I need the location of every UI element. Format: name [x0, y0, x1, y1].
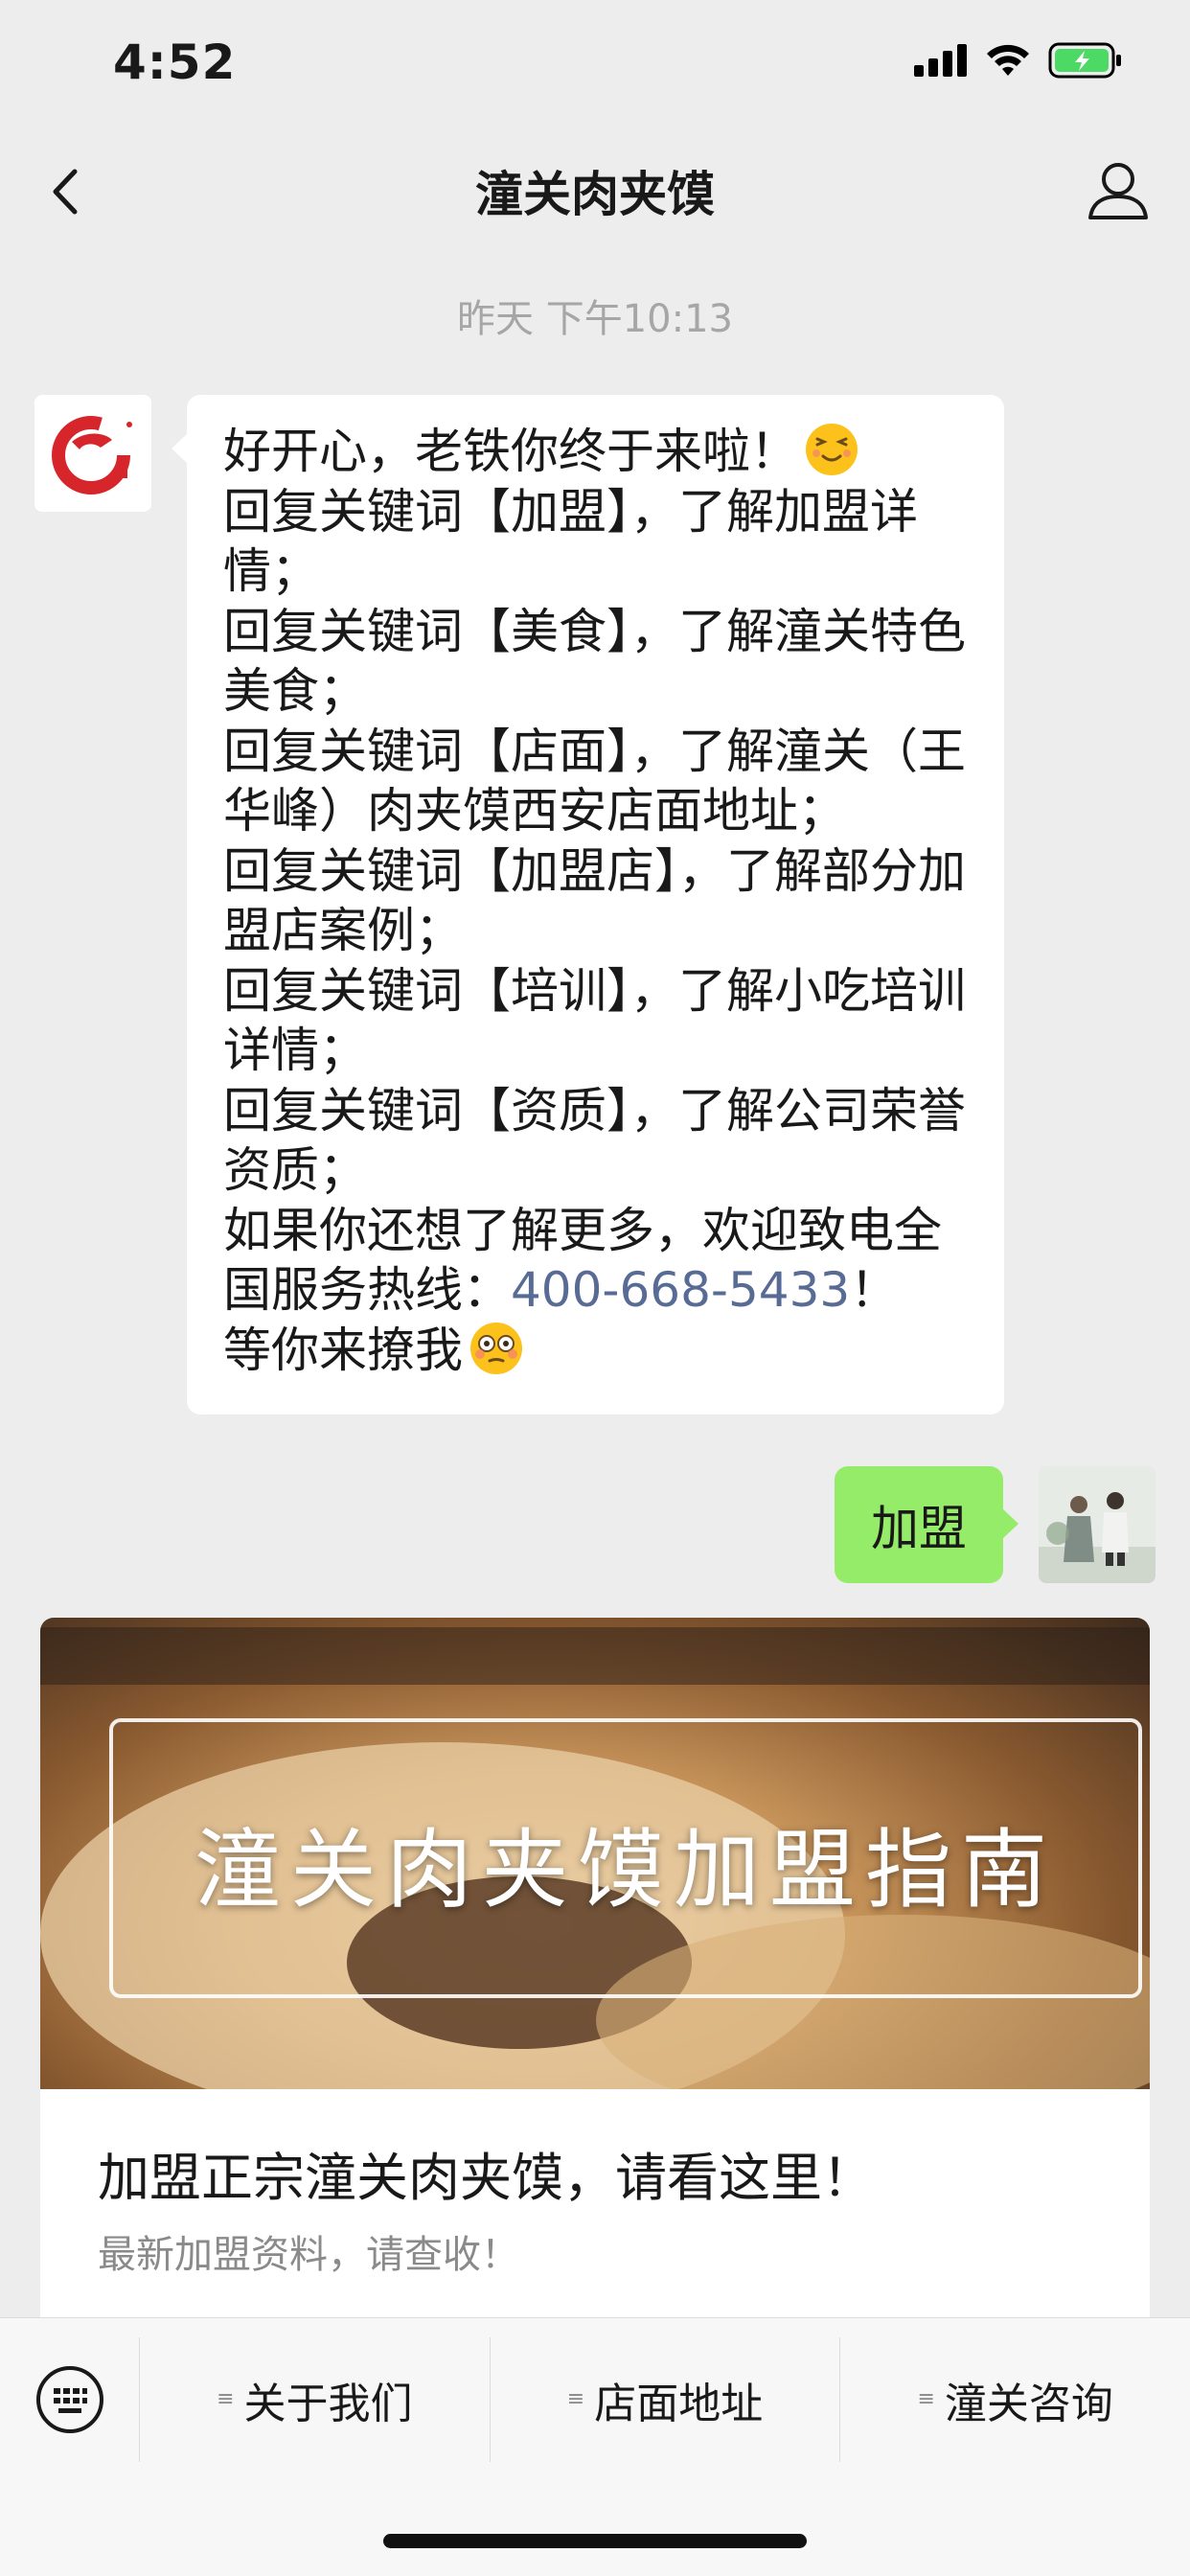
flushed-emoji-icon — [470, 1322, 522, 1374]
brand-logo-icon — [52, 416, 132, 494]
profile-button[interactable] — [1085, 156, 1152, 223]
home-indicator[interactable] — [383, 2534, 807, 2548]
greeting-text: 好开心，老铁你终于来啦！ — [223, 424, 798, 479]
submenu-icon: ≡ — [217, 2387, 235, 2411]
message-line: 回复关键词【加盟店】，了解部分加盟店案例； — [223, 842, 966, 959]
hotline-line: 如果你还想了解更多，欢迎致电全国服务热线：400-668-5433！ — [223, 1201, 968, 1321]
outgoing-message-bubble: 加盟 — [835, 1466, 1018, 1583]
cover-title: 潼关肉夹馍加盟指南 — [195, 1820, 1057, 1920]
status-bar: 4:52 — [0, 0, 1190, 129]
message-line: 回复关键词【培训】，了解小吃培训详情； — [223, 962, 966, 1079]
battery-icon — [1048, 42, 1121, 79]
message-timestamp: 昨天 下午10:13 — [457, 297, 733, 341]
menu-item-label: 店面地址 — [594, 2380, 764, 2428]
incoming-message-bubble: 好开心，老铁你终于来啦！ 回复关键词【加盟】，了解加盟详情； 回复关键词【美食】… — [172, 395, 1004, 1414]
message-line: 回复关键词【资质】，了解公司荣誉资质； — [223, 1082, 966, 1199]
submenu-icon: ≡ — [917, 2387, 935, 2411]
closing-text: 等你来撩我 — [223, 1322, 463, 1378]
keyboard-toggle-button[interactable] — [0, 2318, 139, 2481]
submenu-icon: ≡ — [566, 2387, 585, 2411]
official-account-avatar[interactable] — [34, 395, 151, 512]
nav-bar: 潼关肉夹馍 — [0, 129, 1190, 254]
person-icon — [1088, 163, 1148, 219]
message-line: 回复关键词【美食】，了解潼关特色美食； — [223, 603, 966, 720]
message-line: 回复关键词【店面】，了解潼关（王华峰）肉夹馍西安店面地址； — [223, 723, 966, 840]
article-card[interactable]: 潼关肉夹馍加盟指南 加盟正宗潼关肉夹馍，请看这里！ 最新加盟资料，请查收！ — [40, 1618, 1150, 2346]
menu-item-consult[interactable]: ≡ 潼关咨询 — [839, 2337, 1190, 2462]
chat-title: 潼关肉夹馍 — [475, 167, 715, 222]
keyboard-icon — [35, 2366, 103, 2433]
message-line: 好开心，老铁你终于来啦！ — [223, 422, 968, 482]
happy-emoji-icon — [806, 424, 858, 475]
custom-menu: ≡ 关于我们 ≡ 店面地址 ≡ 潼关咨询 — [139, 2337, 1190, 2462]
menu-item-store-address[interactable]: ≡ 店面地址 — [489, 2337, 840, 2462]
user-avatar[interactable] — [1039, 1466, 1156, 1583]
wifi-icon — [987, 44, 1029, 76]
outgoing-message-text: 加盟 — [871, 1501, 967, 1556]
signal-icon — [914, 44, 967, 77]
hotline-suffix: ！ — [850, 1262, 899, 1318]
article-cover-image: 潼关肉夹馍加盟指南 — [40, 1618, 1150, 2089]
menu-item-label: 关于我们 — [243, 2380, 413, 2428]
hotline-phone-link[interactable]: 400-668-5433 — [511, 1262, 850, 1318]
article-title: 加盟正宗潼关肉夹馍，请看这里！ — [98, 2148, 874, 2208]
status-time: 4:52 — [113, 34, 237, 90]
closing-line: 等你来撩我 — [223, 1321, 968, 1381]
menu-item-about-us[interactable]: ≡ 关于我们 — [139, 2337, 490, 2462]
message-line: 回复关键词【加盟】，了解加盟详情； — [223, 483, 918, 600]
status-icons — [914, 42, 1123, 79]
user-photo-icon — [1039, 1466, 1156, 1583]
article-description: 最新加盟资料，请查收！ — [98, 2233, 519, 2277]
menu-item-label: 潼关咨询 — [944, 2380, 1113, 2428]
